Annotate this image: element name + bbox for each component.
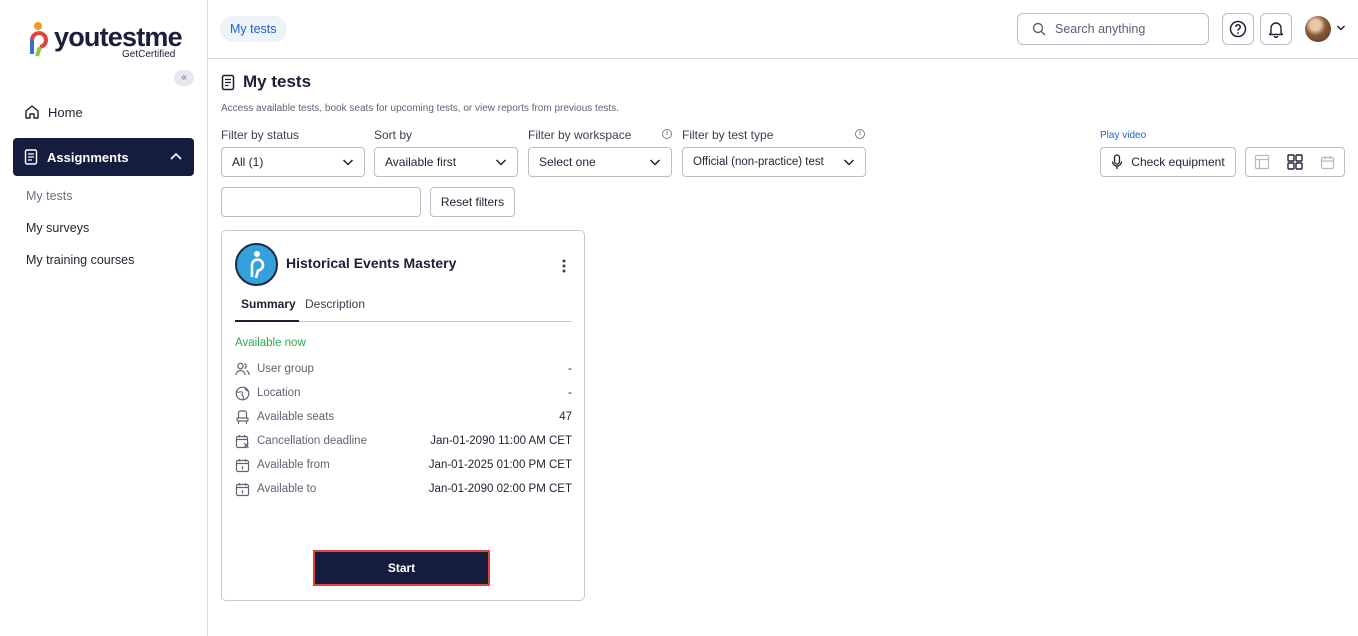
- chevron-down-icon: [649, 159, 661, 166]
- search-input[interactable]: Search anything: [1017, 13, 1209, 45]
- logo[interactable]: youtestme GetCertified: [28, 18, 188, 62]
- calendar-icon: [235, 482, 250, 496]
- sidebar-item-assignments-label: Assignments: [47, 149, 129, 165]
- table-view-button[interactable]: [1246, 148, 1279, 176]
- calendar-icon: [235, 458, 250, 472]
- tab-description[interactable]: Description: [305, 297, 365, 311]
- bell-icon: [1268, 22, 1284, 38]
- sort-by-value: Available first: [385, 155, 457, 169]
- detail-row-cancellation-deadline: Cancellation deadline Jan-01-2090 11:00 …: [235, 432, 572, 450]
- detail-value: -: [568, 363, 572, 375]
- detail-row-available-seats: Available seats 47: [235, 408, 572, 426]
- detail-row-user-group: User group -: [235, 360, 572, 378]
- more-options-icon[interactable]: [556, 257, 572, 275]
- chevron-up-icon: [170, 152, 182, 160]
- avatar[interactable]: [1305, 16, 1331, 42]
- reset-filters-button[interactable]: Reset filters: [430, 187, 515, 217]
- sidebar: youtestme GetCertified « Home Assignment…: [0, 0, 208, 636]
- check-equipment-button[interactable]: Check equipment: [1100, 147, 1236, 177]
- filter-status-label: Filter by status: [221, 128, 300, 142]
- detail-row-available-from: Available from Jan-01-2025 01:00 PM CET: [235, 456, 572, 474]
- view-toggle-group: [1245, 147, 1345, 177]
- grid-view-button[interactable]: [1279, 148, 1312, 176]
- logo-tagline: GetCertified: [122, 49, 176, 60]
- sidebar-item-assignments[interactable]: Assignments: [13, 138, 194, 176]
- filter-test-type-select[interactable]: Official (non-practice) test: [682, 147, 866, 177]
- play-video-link[interactable]: Play video: [1100, 130, 1146, 141]
- calendar-view-icon: [1321, 155, 1335, 169]
- page-title-text: My tests: [243, 72, 312, 91]
- detail-row-available-to: Available to Jan-01-2090 02:00 PM CET: [235, 480, 572, 498]
- app-root: youtestme GetCertified « Home Assignment…: [0, 0, 1358, 636]
- notifications-button[interactable]: [1260, 13, 1292, 45]
- start-button[interactable]: Start: [313, 550, 490, 586]
- check-equipment-label: Check equipment: [1131, 155, 1225, 169]
- calendar-view-button[interactable]: [1311, 148, 1344, 176]
- detail-label: Available seats: [257, 411, 335, 423]
- sort-by-select[interactable]: Available first: [374, 147, 518, 177]
- info-icon[interactable]: i: [662, 129, 672, 139]
- chevron-down-icon: [495, 159, 507, 166]
- microphone-icon: [1112, 154, 1123, 169]
- chevron-down-icon[interactable]: [1336, 24, 1346, 32]
- help-icon: [1229, 20, 1247, 38]
- detail-value: 47: [559, 411, 572, 423]
- sidebar-item-home[interactable]: Home: [24, 102, 83, 122]
- filter-workspace-select[interactable]: Select one: [528, 147, 672, 177]
- tests-icon: [221, 74, 235, 90]
- info-icon[interactable]: i: [855, 129, 865, 139]
- grid-view-icon: [1287, 154, 1303, 170]
- table-view-icon: [1255, 154, 1270, 170]
- sidebar-item-my-surveys[interactable]: My surveys: [26, 221, 89, 235]
- detail-label: Cancellation deadline: [257, 435, 367, 447]
- filter-test-type-label: Filter by test type: [682, 128, 774, 142]
- filter-workspace-value: Select one: [539, 155, 596, 169]
- home-icon: [25, 105, 39, 119]
- detail-value: Jan-01-2090 11:00 AM CET: [430, 435, 572, 447]
- filter-test-type-value: Official (non-practice) test: [693, 156, 824, 168]
- detail-value: -: [568, 387, 572, 399]
- breadcrumb[interactable]: My tests: [220, 16, 287, 42]
- page-title: My tests: [221, 72, 311, 92]
- detail-row-location: Location -: [235, 384, 572, 402]
- detail-label: Available to: [257, 483, 317, 495]
- collapse-sidebar-button[interactable]: «: [174, 70, 194, 86]
- sidebar-item-my-tests[interactable]: My tests: [26, 189, 73, 203]
- test-logo-icon: [235, 243, 278, 286]
- page-description: Access available tests, book seats for u…: [221, 103, 619, 114]
- help-button[interactable]: [1222, 13, 1254, 45]
- detail-value: Jan-01-2090 02:00 PM CET: [428, 483, 572, 495]
- search-icon: [1032, 22, 1046, 36]
- test-card: Historical Events Mastery Summary Descri…: [221, 230, 585, 601]
- search-placeholder: Search anything: [1055, 22, 1146, 36]
- detail-value: Jan-01-2025 01:00 PM CET: [428, 459, 572, 471]
- filter-status-select[interactable]: All (1): [221, 147, 365, 177]
- location-icon: [235, 386, 250, 400]
- sort-by-label: Sort by: [374, 128, 413, 142]
- logo-mark-icon: [30, 22, 48, 57]
- tab-active-indicator: [235, 320, 299, 322]
- chevron-down-icon: [843, 159, 855, 166]
- status-badge: Available now: [235, 337, 306, 349]
- test-title: Historical Events Mastery: [286, 255, 457, 271]
- filter-status-value: All (1): [232, 155, 264, 169]
- sidebar-item-my-training-courses[interactable]: My training courses: [26, 253, 134, 267]
- filter-text-input[interactable]: [221, 187, 421, 217]
- detail-label: Location: [257, 387, 301, 399]
- filter-workspace-label: Filter by workspace: [528, 128, 632, 142]
- chevron-down-icon: [342, 159, 354, 166]
- document-icon: [24, 149, 38, 165]
- seat-icon: [236, 409, 249, 424]
- tab-summary[interactable]: Summary: [241, 297, 296, 311]
- sidebar-item-home-label: Home: [48, 104, 83, 120]
- user-group-icon: [235, 362, 250, 376]
- calendar-cancel-icon: [235, 434, 249, 448]
- top-bar: My tests Search anything: [208, 0, 1358, 59]
- detail-label: User group: [257, 363, 314, 375]
- detail-label: Available from: [257, 459, 330, 471]
